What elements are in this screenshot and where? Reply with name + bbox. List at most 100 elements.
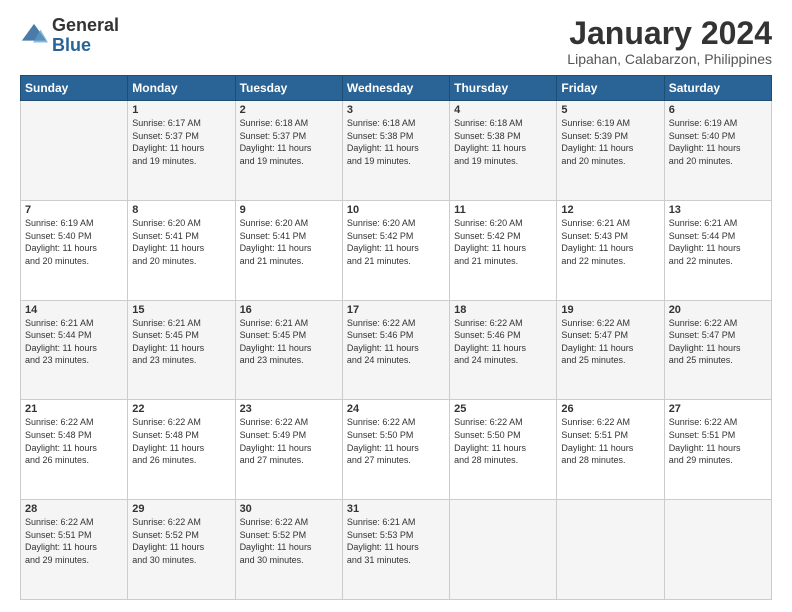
table-cell: 15Sunrise: 6:21 AM Sunset: 5:45 PM Dayli… <box>128 300 235 400</box>
table-cell <box>557 500 664 600</box>
header-tuesday: Tuesday <box>235 76 342 101</box>
table-cell: 14Sunrise: 6:21 AM Sunset: 5:44 PM Dayli… <box>21 300 128 400</box>
day-number: 9 <box>240 204 338 216</box>
day-detail: Sunrise: 6:22 AM Sunset: 5:51 PM Dayligh… <box>561 416 659 466</box>
logo-icon <box>20 22 48 50</box>
day-number: 15 <box>132 304 230 316</box>
day-number: 10 <box>347 204 445 216</box>
day-detail: Sunrise: 6:22 AM Sunset: 5:46 PM Dayligh… <box>454 317 552 367</box>
day-number: 23 <box>240 403 338 415</box>
day-detail: Sunrise: 6:19 AM Sunset: 5:39 PM Dayligh… <box>561 117 659 167</box>
table-cell: 9Sunrise: 6:20 AM Sunset: 5:41 PM Daylig… <box>235 200 342 300</box>
day-number: 12 <box>561 204 659 216</box>
day-number: 29 <box>132 503 230 515</box>
day-detail: Sunrise: 6:22 AM Sunset: 5:52 PM Dayligh… <box>132 516 230 566</box>
day-detail: Sunrise: 6:20 AM Sunset: 5:41 PM Dayligh… <box>240 217 338 267</box>
table-cell: 8Sunrise: 6:20 AM Sunset: 5:41 PM Daylig… <box>128 200 235 300</box>
table-cell: 26Sunrise: 6:22 AM Sunset: 5:51 PM Dayli… <box>557 400 664 500</box>
table-cell: 11Sunrise: 6:20 AM Sunset: 5:42 PM Dayli… <box>450 200 557 300</box>
day-detail: Sunrise: 6:19 AM Sunset: 5:40 PM Dayligh… <box>669 117 767 167</box>
week-row-5: 28Sunrise: 6:22 AM Sunset: 5:51 PM Dayli… <box>21 500 772 600</box>
table-cell: 19Sunrise: 6:22 AM Sunset: 5:47 PM Dayli… <box>557 300 664 400</box>
table-cell: 23Sunrise: 6:22 AM Sunset: 5:49 PM Dayli… <box>235 400 342 500</box>
day-detail: Sunrise: 6:22 AM Sunset: 5:48 PM Dayligh… <box>25 416 123 466</box>
days-header-row: SundayMondayTuesdayWednesdayThursdayFrid… <box>21 76 772 101</box>
table-cell: 31Sunrise: 6:21 AM Sunset: 5:53 PM Dayli… <box>342 500 449 600</box>
day-number: 13 <box>669 204 767 216</box>
table-cell: 25Sunrise: 6:22 AM Sunset: 5:50 PM Dayli… <box>450 400 557 500</box>
day-detail: Sunrise: 6:18 AM Sunset: 5:38 PM Dayligh… <box>454 117 552 167</box>
calendar-title: January 2024 <box>567 16 772 51</box>
logo: General Blue <box>20 16 119 56</box>
day-number: 6 <box>669 104 767 116</box>
table-cell: 27Sunrise: 6:22 AM Sunset: 5:51 PM Dayli… <box>664 400 771 500</box>
header-wednesday: Wednesday <box>342 76 449 101</box>
table-cell: 5Sunrise: 6:19 AM Sunset: 5:39 PM Daylig… <box>557 101 664 201</box>
day-detail: Sunrise: 6:22 AM Sunset: 5:52 PM Dayligh… <box>240 516 338 566</box>
table-cell: 21Sunrise: 6:22 AM Sunset: 5:48 PM Dayli… <box>21 400 128 500</box>
table-cell: 22Sunrise: 6:22 AM Sunset: 5:48 PM Dayli… <box>128 400 235 500</box>
logo-text: General Blue <box>52 16 119 56</box>
table-cell: 28Sunrise: 6:22 AM Sunset: 5:51 PM Dayli… <box>21 500 128 600</box>
day-number: 31 <box>347 503 445 515</box>
day-number: 21 <box>25 403 123 415</box>
day-detail: Sunrise: 6:21 AM Sunset: 5:45 PM Dayligh… <box>240 317 338 367</box>
day-number: 19 <box>561 304 659 316</box>
day-number: 7 <box>25 204 123 216</box>
table-cell: 18Sunrise: 6:22 AM Sunset: 5:46 PM Dayli… <box>450 300 557 400</box>
table-cell: 12Sunrise: 6:21 AM Sunset: 5:43 PM Dayli… <box>557 200 664 300</box>
day-detail: Sunrise: 6:22 AM Sunset: 5:51 PM Dayligh… <box>669 416 767 466</box>
page: General Blue January 2024 Lipahan, Calab… <box>0 0 792 612</box>
table-cell: 20Sunrise: 6:22 AM Sunset: 5:47 PM Dayli… <box>664 300 771 400</box>
day-detail: Sunrise: 6:21 AM Sunset: 5:44 PM Dayligh… <box>669 217 767 267</box>
table-cell: 29Sunrise: 6:22 AM Sunset: 5:52 PM Dayli… <box>128 500 235 600</box>
day-number: 22 <box>132 403 230 415</box>
header-sunday: Sunday <box>21 76 128 101</box>
table-cell: 2Sunrise: 6:18 AM Sunset: 5:37 PM Daylig… <box>235 101 342 201</box>
calendar-body: 1Sunrise: 6:17 AM Sunset: 5:37 PM Daylig… <box>21 101 772 600</box>
title-area: January 2024 Lipahan, Calabarzon, Philip… <box>567 16 772 67</box>
logo-blue-text: Blue <box>52 35 91 55</box>
day-detail: Sunrise: 6:22 AM Sunset: 5:47 PM Dayligh… <box>669 317 767 367</box>
day-number: 1 <box>132 104 230 116</box>
day-detail: Sunrise: 6:22 AM Sunset: 5:51 PM Dayligh… <box>25 516 123 566</box>
day-detail: Sunrise: 6:20 AM Sunset: 5:42 PM Dayligh… <box>454 217 552 267</box>
week-row-4: 21Sunrise: 6:22 AM Sunset: 5:48 PM Dayli… <box>21 400 772 500</box>
day-number: 17 <box>347 304 445 316</box>
table-cell: 10Sunrise: 6:20 AM Sunset: 5:42 PM Dayli… <box>342 200 449 300</box>
day-number: 25 <box>454 403 552 415</box>
day-detail: Sunrise: 6:22 AM Sunset: 5:50 PM Dayligh… <box>454 416 552 466</box>
table-cell: 6Sunrise: 6:19 AM Sunset: 5:40 PM Daylig… <box>664 101 771 201</box>
day-detail: Sunrise: 6:22 AM Sunset: 5:48 PM Dayligh… <box>132 416 230 466</box>
day-number: 20 <box>669 304 767 316</box>
logo-general-text: General <box>52 15 119 35</box>
day-detail: Sunrise: 6:21 AM Sunset: 5:45 PM Dayligh… <box>132 317 230 367</box>
day-number: 2 <box>240 104 338 116</box>
day-detail: Sunrise: 6:21 AM Sunset: 5:53 PM Dayligh… <box>347 516 445 566</box>
table-cell: 16Sunrise: 6:21 AM Sunset: 5:45 PM Dayli… <box>235 300 342 400</box>
day-detail: Sunrise: 6:21 AM Sunset: 5:44 PM Dayligh… <box>25 317 123 367</box>
calendar-table: SundayMondayTuesdayWednesdayThursdayFrid… <box>20 75 772 600</box>
table-cell: 1Sunrise: 6:17 AM Sunset: 5:37 PM Daylig… <box>128 101 235 201</box>
week-row-3: 14Sunrise: 6:21 AM Sunset: 5:44 PM Dayli… <box>21 300 772 400</box>
table-cell: 13Sunrise: 6:21 AM Sunset: 5:44 PM Dayli… <box>664 200 771 300</box>
table-cell: 24Sunrise: 6:22 AM Sunset: 5:50 PM Dayli… <box>342 400 449 500</box>
table-cell: 3Sunrise: 6:18 AM Sunset: 5:38 PM Daylig… <box>342 101 449 201</box>
week-row-1: 1Sunrise: 6:17 AM Sunset: 5:37 PM Daylig… <box>21 101 772 201</box>
day-number: 18 <box>454 304 552 316</box>
day-number: 30 <box>240 503 338 515</box>
table-cell: 7Sunrise: 6:19 AM Sunset: 5:40 PM Daylig… <box>21 200 128 300</box>
table-cell <box>664 500 771 600</box>
header: General Blue January 2024 Lipahan, Calab… <box>20 16 772 67</box>
day-number: 28 <box>25 503 123 515</box>
calendar-subtitle: Lipahan, Calabarzon, Philippines <box>567 51 772 67</box>
day-detail: Sunrise: 6:20 AM Sunset: 5:41 PM Dayligh… <box>132 217 230 267</box>
table-cell <box>21 101 128 201</box>
day-detail: Sunrise: 6:22 AM Sunset: 5:49 PM Dayligh… <box>240 416 338 466</box>
day-number: 5 <box>561 104 659 116</box>
table-cell: 30Sunrise: 6:22 AM Sunset: 5:52 PM Dayli… <box>235 500 342 600</box>
day-number: 11 <box>454 204 552 216</box>
header-thursday: Thursday <box>450 76 557 101</box>
day-number: 8 <box>132 204 230 216</box>
calendar-header: SundayMondayTuesdayWednesdayThursdayFrid… <box>21 76 772 101</box>
